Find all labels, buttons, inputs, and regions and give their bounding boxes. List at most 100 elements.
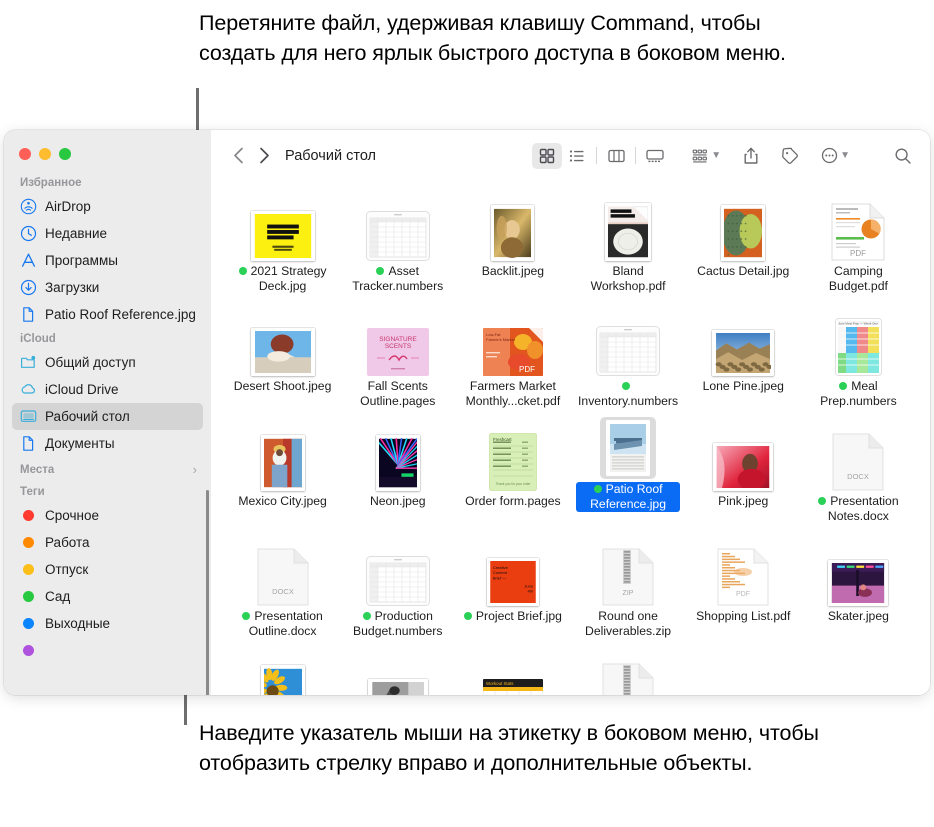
file-item[interactable]: Creative Content Brief — June 4th Project Br…: [455, 532, 570, 647]
file-item[interactable]: Workout Stats: [455, 647, 570, 695]
sidebar: Избранное AirDrop Недавние Программы Заг…: [4, 130, 211, 695]
file-item[interactable]: ZIP Round one Deliverables.zip: [570, 532, 685, 647]
file-item[interactable]: Patio Roof Reference.jpg: [570, 417, 685, 532]
file-item[interactable]: DOCX Presentation Notes.docx: [801, 417, 916, 532]
download-icon: [20, 279, 37, 296]
chevron-down-icon-2: ▼: [840, 150, 850, 161]
file-label: Asset Tracker.numbers: [346, 264, 450, 294]
file-label: Neon.jpeg: [370, 494, 426, 509]
tag-dot-icon: [818, 497, 827, 505]
svg-text:DOCX: DOCX: [848, 472, 870, 481]
file-item[interactable]: Freshcart Thank you for your order Order …: [455, 417, 570, 532]
file-item[interactable]: Backlit.jpeg: [455, 187, 570, 302]
forward-button[interactable]: [251, 143, 277, 169]
file-label: Lone Pine.jpeg: [703, 379, 784, 394]
sidebar-item-label: Общий доступ: [45, 355, 136, 370]
sidebar-item[interactable]: Рабочий стол: [12, 403, 203, 430]
file-thumbnail: June Meal Prep — Week One: [834, 302, 882, 376]
window-controls: [4, 142, 211, 160]
file-item[interactable]: Inventory.numbers: [570, 302, 685, 417]
sidebar-item-label: Срочное: [45, 508, 99, 523]
tag-button[interactable]: [781, 147, 799, 165]
breadcrumb: Рабочий стол: [285, 147, 377, 164]
file-label: Pink.jpeg: [718, 494, 768, 509]
svg-text:Brief —: Brief —: [493, 575, 507, 580]
file-thumbnail: [250, 302, 315, 376]
svg-text:4th: 4th: [527, 589, 533, 594]
file-thumbnail: [713, 417, 774, 491]
svg-text:June: June: [524, 583, 533, 588]
file-item[interactable]: [225, 647, 340, 695]
chevron-right-icon[interactable]: ›: [193, 462, 197, 477]
tag-dot-icon: [839, 382, 848, 390]
file-item[interactable]: Low-Fat Farmer's Market PDF Farmers Marke…: [455, 302, 570, 417]
file-item[interactable]: Asset Tracker.numbers: [340, 187, 455, 302]
file-item[interactable]: Bland Workshop.pdf: [570, 187, 685, 302]
svg-text:Content: Content: [493, 570, 508, 575]
sidebar-scrollbar[interactable]: [206, 490, 209, 695]
sidebar-item[interactable]: [12, 637, 203, 664]
file-item[interactable]: [340, 647, 455, 695]
close-button[interactable]: [19, 148, 31, 160]
sidebar-item[interactable]: AirDrop: [12, 193, 203, 220]
file-item[interactable]: ZIP: [570, 647, 685, 695]
sidebar-item[interactable]: Документы: [12, 430, 203, 457]
file-item[interactable]: Production Budget.numbers: [340, 532, 455, 647]
file-item[interactable]: Skater.jpeg: [801, 532, 916, 647]
file-item[interactable]: June Meal Prep — Week One Meal Prep.numb…: [801, 302, 916, 417]
file-label: Desert Shoot.jpeg: [234, 379, 332, 394]
column-view-button[interactable]: [601, 143, 631, 169]
file-item[interactable]: SIGNATURE SCENTS Fall Scents Outline.page…: [340, 302, 455, 417]
file-label: Camping Budget.pdf: [806, 264, 910, 294]
back-button[interactable]: [225, 143, 251, 169]
file-label: Mexico City.jpeg: [238, 494, 327, 509]
more-actions-button[interactable]: ▼: [821, 147, 850, 164]
sidebar-item[interactable]: Выходные: [12, 610, 203, 637]
sidebar-item[interactable]: Загрузки: [12, 274, 203, 301]
file-name: Presentation Outline.docx: [248, 609, 323, 638]
tag-dot-icon: [23, 645, 34, 656]
sidebar-item[interactable]: Отпуск: [12, 556, 203, 583]
group-by-button[interactable]: ▼: [692, 148, 721, 164]
sidebar-item[interactable]: Patio Roof Reference.jpg: [12, 301, 203, 328]
list-view-button[interactable]: [562, 143, 592, 169]
file-item[interactable]: Neon.jpeg: [340, 417, 455, 532]
file-name: Fall Scents Outline.pages: [360, 379, 436, 408]
file-thumbnail: Workout Stats: [482, 647, 543, 695]
file-item[interactable]: 2021 Strategy Deck.jpg: [225, 187, 340, 302]
sidebar-item[interactable]: Программы: [12, 247, 203, 274]
sidebar-item[interactable]: Работа: [12, 529, 203, 556]
file-item[interactable]: DOCX Presentation Outline.docx: [225, 532, 340, 647]
file-label: Inventory.numbers: [576, 379, 680, 409]
file-item[interactable]: Cactus Detail.jpg: [686, 187, 801, 302]
svg-text:DOCX: DOCX: [272, 587, 294, 596]
file-label: Backlit.jpeg: [482, 264, 544, 279]
file-item[interactable]: Mexico City.jpeg: [225, 417, 340, 532]
gallery-view-button[interactable]: [640, 143, 670, 169]
callout-text-top: Перетяните файл, удерживая клавишу Comma…: [199, 11, 786, 65]
sidebar-item[interactable]: Срочное: [12, 502, 203, 529]
minimize-button[interactable]: [39, 148, 51, 160]
shared-folder-icon: [20, 354, 37, 371]
file-label: Farmers Market Monthly...cket.pdf: [461, 379, 565, 409]
file-grid[interactable]: 2021 Strategy Deck.jpg Asset Tracker.num…: [211, 181, 930, 695]
file-item[interactable]: PDF Camping Budget.pdf: [801, 187, 916, 302]
sidebar-item[interactable]: iCloud Drive: [12, 376, 203, 403]
sidebar-item-label: Документы: [45, 436, 115, 451]
icon-view-button[interactable]: [532, 142, 563, 169]
search-button[interactable]: [894, 147, 912, 165]
sidebar-item[interactable]: Недавние: [12, 220, 203, 247]
sidebar-item-label: Загрузки: [45, 280, 100, 295]
sidebar-section-header: iCloud: [4, 333, 211, 349]
share-button[interactable]: [743, 147, 759, 165]
file-item[interactable]: PDF Shopping List.pdf: [686, 532, 801, 647]
file-item[interactable]: Pink.jpeg: [686, 417, 801, 532]
tag-dot-icon: [23, 510, 34, 521]
sidebar-item[interactable]: Сад: [12, 583, 203, 610]
document-icon: [20, 435, 37, 452]
document-icon: [20, 306, 37, 323]
file-item[interactable]: Desert Shoot.jpeg: [225, 302, 340, 417]
zoom-button[interactable]: [59, 148, 71, 160]
file-item[interactable]: Lone Pine.jpeg: [686, 302, 801, 417]
sidebar-item[interactable]: Общий доступ: [12, 349, 203, 376]
